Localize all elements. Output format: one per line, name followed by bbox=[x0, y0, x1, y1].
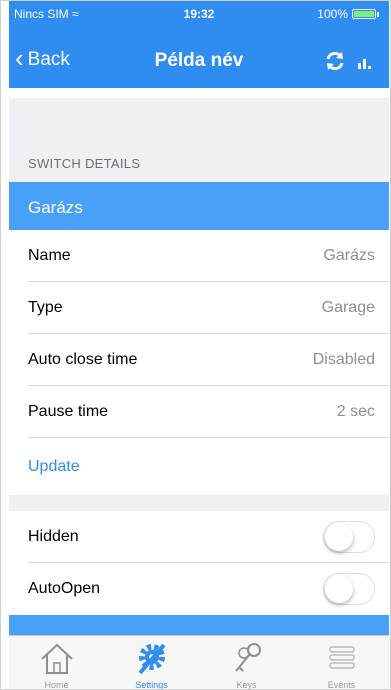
detail-row-pause-time[interactable]: Pause time 2 sec bbox=[9, 386, 389, 438]
toggle-knob bbox=[325, 523, 353, 551]
tab-label: Events bbox=[327, 680, 356, 690]
tab-events[interactable]: Events bbox=[294, 636, 389, 690]
detail-label: Type bbox=[28, 299, 63, 316]
battery-icon bbox=[352, 9, 376, 19]
events-list-icon bbox=[328, 646, 355, 669]
tab-settings[interactable]: Settings bbox=[104, 636, 199, 690]
toggle-label: AutoOpen bbox=[28, 580, 101, 597]
hidden-toggle[interactable] bbox=[323, 521, 375, 553]
keys-icon bbox=[234, 643, 261, 672]
tab-label: Settings bbox=[135, 680, 168, 690]
tab-bar: Home Settings Keys Events bbox=[9, 635, 389, 690]
detail-value: Garage bbox=[321, 299, 375, 316]
detail-row-type[interactable]: Type Garage bbox=[9, 282, 389, 334]
autoopen-toggle[interactable] bbox=[323, 573, 375, 605]
detail-value: Garázs bbox=[323, 247, 375, 264]
toggle-label: Hidden bbox=[28, 528, 79, 545]
toggle-row-hidden: Hidden bbox=[9, 511, 389, 563]
status-bar: Nincs SIM ≈ 19:32 100% bbox=[9, 1, 389, 27]
top-bar: Nincs SIM ≈ 19:32 100% ‹ Back Példa név bbox=[9, 1, 389, 88]
detail-value: 2 sec bbox=[336, 403, 375, 420]
section-header: SWITCH DETAILS bbox=[28, 156, 141, 171]
battery-indicator: 100% bbox=[317, 7, 379, 21]
battery-tip bbox=[377, 11, 379, 17]
update-button[interactable]: Update bbox=[28, 458, 80, 476]
settings-gear-icon bbox=[137, 643, 166, 675]
previous-row-remnant bbox=[9, 88, 389, 98]
tab-keys[interactable]: Keys bbox=[199, 636, 294, 690]
detail-row-auto-close-time[interactable]: Auto close time Disabled bbox=[9, 334, 389, 386]
tab-label: Keys bbox=[236, 680, 257, 690]
nav-actions bbox=[323, 49, 377, 73]
section-spacer bbox=[9, 98, 389, 142]
refresh-icon[interactable] bbox=[323, 49, 347, 73]
detail-label: Auto close time bbox=[28, 351, 138, 368]
toggle-knob bbox=[325, 575, 353, 603]
navigation-bar: ‹ Back Példa név bbox=[9, 39, 389, 83]
detail-label: Pause time bbox=[28, 403, 109, 420]
home-icon bbox=[40, 643, 73, 674]
battery-percent: 100% bbox=[317, 7, 348, 21]
app-screen: Nincs SIM ≈ 19:32 100% ‹ Back Példa név bbox=[9, 1, 389, 690]
detail-label: Name bbox=[28, 247, 71, 264]
detail-value: Disabled bbox=[312, 351, 375, 368]
section-spacer bbox=[9, 495, 389, 511]
tab-home[interactable]: Home bbox=[9, 636, 104, 690]
switch-group-title: Garázs bbox=[9, 182, 389, 230]
tab-label: Home bbox=[44, 680, 69, 690]
signal-icon[interactable] bbox=[353, 49, 377, 73]
next-section-bar bbox=[9, 615, 389, 635]
toggle-row-autoopen: AutoOpen bbox=[9, 563, 389, 615]
detail-row-name[interactable]: Name Garázs bbox=[9, 230, 389, 282]
device-frame: Nincs SIM ≈ 19:32 100% ‹ Back Példa név bbox=[0, 0, 391, 690]
update-row: Update bbox=[9, 438, 389, 495]
